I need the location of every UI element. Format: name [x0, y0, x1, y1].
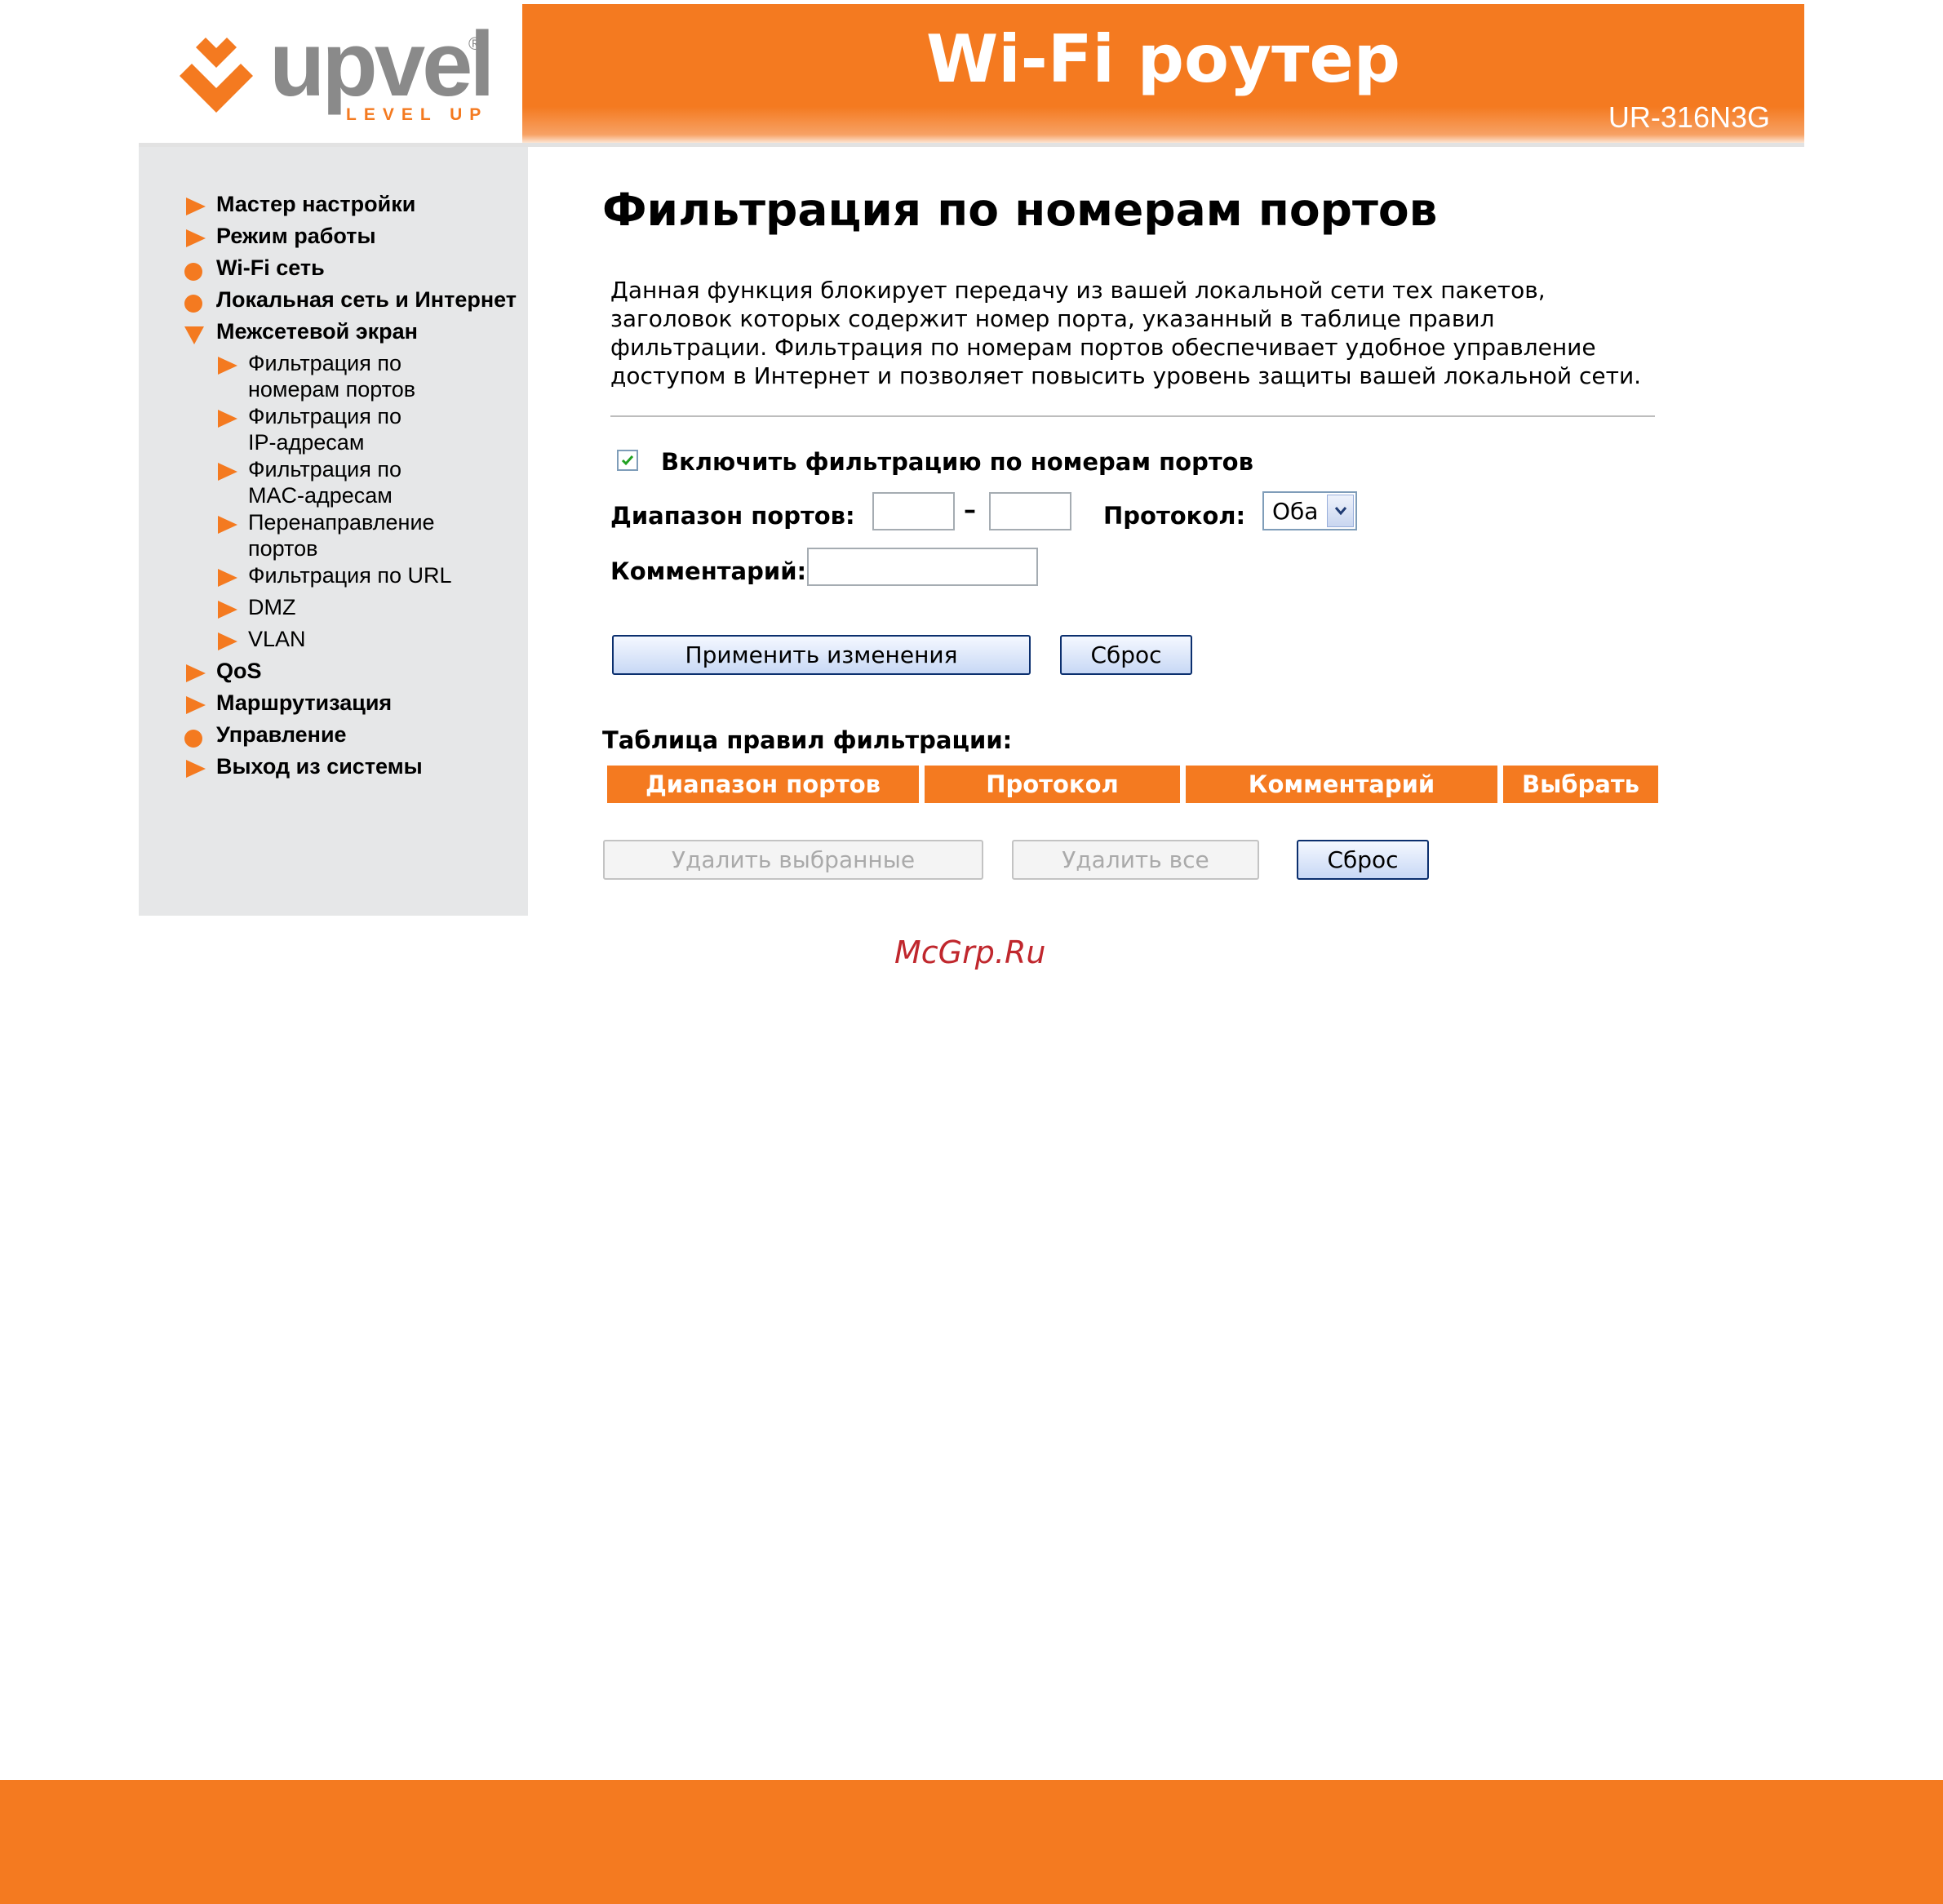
sidebar-item-label: Локальная сеть и Интернет: [216, 287, 517, 312]
triangle-right-icon: [186, 229, 206, 247]
logo-registered-mark: ®: [468, 33, 482, 54]
description-line: доступом в Интернет и позволяет повысить…: [610, 362, 1642, 389]
triangle-right-icon: [186, 696, 206, 714]
protocol-selected-value: Оба: [1272, 498, 1319, 525]
sidebar-item-label: Межсетевой экран: [216, 319, 418, 344]
bullet-dot-icon: [184, 295, 202, 313]
sidebar-item-label: Управление: [216, 722, 347, 747]
sidebar-item-label: Мастер настройки: [216, 192, 416, 216]
header-banner: Wi-Fi роутер UR-316N3G: [522, 4, 1804, 143]
sidebar-item-label: DMZ: [248, 595, 296, 619]
footer-bar: [0, 1780, 1943, 1904]
reset-button[interactable]: Сброс: [1060, 635, 1192, 675]
table-header-protocol: Протокол: [925, 766, 1180, 803]
upvel-logo-icon: [180, 38, 253, 113]
delete-all-button[interactable]: Удалить все: [1012, 840, 1259, 880]
triangle-right-icon: [186, 760, 206, 778]
sidebar-item-label: Фильтрация по MAC-адресам: [248, 457, 402, 508]
bullet-dot-icon: [184, 730, 202, 748]
port-range-label: Диапазон портов:: [610, 502, 855, 530]
logo-text: upvel: [269, 13, 495, 115]
sidebar-item-label: Перенаправление портов: [248, 510, 435, 561]
sidebar-item-label: Маршрутизация: [216, 690, 393, 715]
sidebar-item-label: Режим работы: [216, 224, 376, 248]
chevron-down-icon: [1334, 507, 1347, 516]
enable-filter-label[interactable]: Включить фильтрацию по номерам портов: [661, 448, 1253, 476]
table-header-select: Выбрать: [1503, 766, 1658, 803]
triangle-right-icon: [218, 569, 237, 587]
sidebar-item-label: VLAN: [248, 627, 306, 651]
triangle-right-icon: [186, 198, 206, 215]
bullet-dot-icon: [184, 263, 202, 281]
sidebar-item-label: Wi-Fi сеть: [216, 255, 325, 280]
table-reset-button[interactable]: Сброс: [1297, 840, 1429, 880]
checkmark-icon: [621, 455, 634, 466]
triangle-right-icon: [218, 463, 237, 481]
triangle-right-icon: [218, 410, 237, 428]
header-title: Wi-Fi роутер: [925, 21, 1401, 97]
description-line: Данная функция блокирует передачу из ваш…: [610, 277, 1546, 304]
page-description: Данная функция блокирует передачу из ваш…: [610, 276, 1671, 390]
protocol-label: Протокол:: [1103, 502, 1246, 530]
logo-tagline: LEVEL UP: [346, 105, 489, 124]
description-line: фильтрации. Фильтрация по номерам портов…: [610, 334, 1596, 361]
sidebar-item-label: Выход из системы: [216, 754, 423, 779]
logo: upvel ® LEVEL UP: [139, 4, 522, 143]
sidebar-item-label: Фильтрация по IP-адресам: [248, 404, 402, 455]
watermark: McGrp.Ru: [894, 934, 1046, 970]
description-line: заголовок которых содержит номер порта, …: [610, 305, 1495, 332]
sidebar-item-label: QoS: [216, 659, 262, 683]
rules-table-title: Таблица правил фильтрации:: [602, 726, 1013, 754]
triangle-down-icon: [184, 326, 204, 344]
triangle-right-icon: [186, 664, 206, 682]
triangle-right-icon: [218, 516, 237, 534]
sidebar-item-label: Фильтрация по номерам портов: [248, 351, 416, 402]
triangle-right-icon: [218, 357, 237, 375]
comment-input[interactable]: [807, 548, 1038, 586]
apply-changes-button[interactable]: Применить изменения: [612, 635, 1031, 675]
port-to-input[interactable]: [989, 492, 1071, 530]
delete-selected-button[interactable]: Удалить выбранные: [603, 840, 983, 880]
model-name: UR-316N3G: [1608, 100, 1770, 134]
table-header-comment: Комментарий: [1186, 766, 1497, 803]
comment-label: Комментарий:: [610, 557, 807, 585]
range-separator: –: [964, 496, 976, 525]
page-title: Фильтрация по номерам портов: [602, 184, 1438, 236]
table-header-port-range: Диапазон портов: [607, 766, 919, 803]
port-from-input[interactable]: [872, 492, 955, 530]
dropdown-button[interactable]: [1327, 495, 1354, 527]
protocol-select[interactable]: Оба: [1262, 491, 1357, 530]
triangle-right-icon: [218, 632, 237, 650]
enable-filter-checkbox[interactable]: [617, 450, 638, 471]
section-divider: [610, 415, 1655, 417]
sidebar-item-label: Фильтрация по URL: [248, 563, 452, 588]
triangle-right-icon: [218, 601, 237, 619]
